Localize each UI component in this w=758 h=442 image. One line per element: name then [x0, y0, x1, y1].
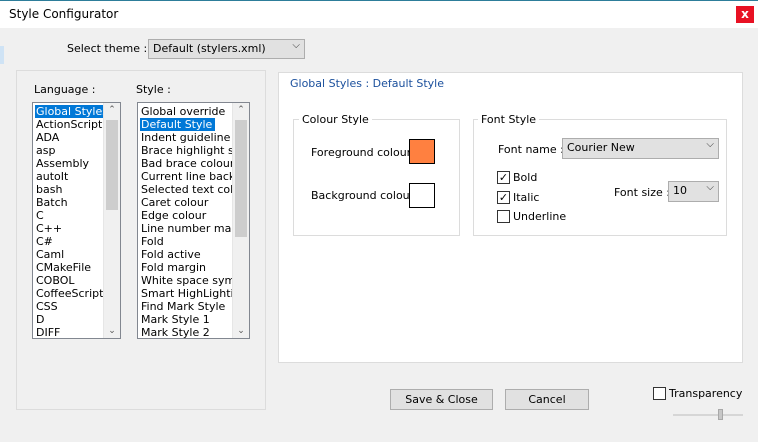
style-heading: Global Styles : Default Style [290, 77, 444, 90]
underline-label: Underline [513, 210, 567, 223]
transparency-slider-thumb[interactable] [718, 409, 723, 420]
italic-label: Italic [513, 191, 540, 204]
font-size-select[interactable]: 10 ⌵ [668, 181, 719, 202]
underline-checkbox[interactable] [497, 210, 510, 223]
language-list-item[interactable]: COBOL [35, 274, 77, 287]
style-list-item[interactable]: Caret colour [140, 196, 211, 209]
transparency-label: Transparency [669, 387, 743, 400]
language-list-item[interactable]: autoIt [35, 170, 71, 183]
theme-label: Select theme : [67, 42, 148, 55]
style-list-item[interactable]: Mark Style 2 [140, 326, 213, 338]
italic-checkbox[interactable]: ✓ [497, 191, 510, 204]
language-label: Language : [34, 83, 96, 96]
style-list-item[interactable]: Bad brace colour [140, 157, 237, 170]
language-list-item[interactable]: CoffeeScript [35, 287, 106, 300]
language-list-item[interactable]: CSS [35, 300, 61, 313]
theme-select[interactable]: Default (stylers.xml) ⌵ [148, 39, 305, 59]
check-icon: ✓ [498, 171, 509, 184]
close-icon: x [741, 7, 749, 21]
language-list-item[interactable]: bash [35, 183, 65, 196]
language-list-item[interactable]: Assembly [35, 157, 92, 170]
language-list-item[interactable]: Caml [35, 248, 67, 261]
language-list-item[interactable]: asp [35, 144, 58, 157]
language-list-item[interactable]: Global Styles [35, 105, 111, 118]
bold-label: Bold [513, 171, 538, 184]
font-size-label: Font size : [614, 186, 670, 199]
style-list-item[interactable]: Edge colour [140, 209, 209, 222]
language-list-item[interactable]: Batch [35, 196, 71, 209]
language-list-item[interactable]: ActionScript [35, 118, 105, 131]
font-name-value: Courier New [567, 141, 635, 154]
foreground-colour-label: Foreground colour [311, 146, 412, 159]
style-list-item[interactable]: Default Style [140, 118, 216, 131]
cancel-button[interactable]: Cancel [505, 389, 589, 410]
font-style-title: Font Style [478, 113, 540, 126]
font-name-select[interactable]: Courier New ⌵ [562, 138, 719, 159]
style-list-item[interactable]: Global override [140, 105, 228, 118]
title-bar: Style Configurator x [0, 0, 758, 28]
background-colour-swatch[interactable] [409, 183, 435, 208]
scroll-up-icon[interactable]: ⌃ [104, 105, 120, 115]
focus-marker [0, 46, 4, 64]
language-list-item[interactable]: D [35, 313, 47, 326]
style-list-item[interactable]: Fold active [140, 248, 204, 261]
background-colour-label: Background colour [311, 189, 415, 202]
style-list-item[interactable]: Fold margin [140, 261, 209, 274]
language-list-item[interactable]: C# [35, 235, 56, 248]
chevron-down-icon: ⌵ [706, 139, 714, 150]
style-list[interactable]: Global override Default Style Indent guide… [137, 102, 250, 339]
theme-select-value: Default (stylers.xml) [153, 42, 266, 55]
font-style-group [473, 119, 727, 236]
transparency-slider-track[interactable] [673, 414, 743, 416]
bold-checkbox[interactable]: ✓ [497, 171, 510, 184]
save-close-button[interactable]: Save & Close [390, 389, 493, 410]
language-list-item[interactable]: DIFF [35, 326, 63, 338]
chevron-down-icon: ⌵ [706, 182, 714, 193]
chevron-down-icon: ⌵ [292, 40, 300, 51]
language-list-item[interactable]: ADA [35, 131, 62, 144]
style-list-item[interactable]: Find Mark Style [140, 300, 228, 313]
window-title: Style Configurator [9, 7, 119, 21]
style-list-item[interactable]: Mark Style 1 [140, 313, 213, 326]
font-name-label: Font name : [498, 143, 564, 156]
style-scrollbar[interactable]: ⌃ ⌄ [232, 103, 249, 338]
scroll-down-icon[interactable]: ⌄ [233, 326, 249, 336]
transparency-checkbox[interactable] [653, 387, 666, 400]
language-scroll-thumb[interactable] [106, 120, 118, 210]
check-icon: ✓ [498, 191, 509, 204]
font-size-value: 10 [673, 184, 687, 197]
colour-style-group [293, 119, 460, 236]
style-scroll-thumb[interactable] [235, 120, 247, 237]
language-list[interactable]: Global Styles ActionScript ADA asp Assembly a… [32, 102, 121, 339]
language-list-item[interactable]: C++ [35, 222, 65, 235]
style-list-item[interactable]: Fold [140, 235, 167, 248]
language-scrollbar[interactable]: ⌃ ⌄ [103, 103, 120, 338]
language-list-item[interactable]: CMakeFile [35, 261, 94, 274]
language-list-item[interactable]: C [35, 209, 47, 222]
scroll-down-icon[interactable]: ⌄ [104, 326, 120, 336]
style-label: Style : [136, 83, 171, 96]
foreground-colour-swatch[interactable] [409, 139, 435, 164]
close-button[interactable]: x [736, 6, 754, 23]
colour-style-title: Colour Style [299, 113, 372, 126]
scroll-up-icon[interactable]: ⌃ [233, 105, 249, 115]
